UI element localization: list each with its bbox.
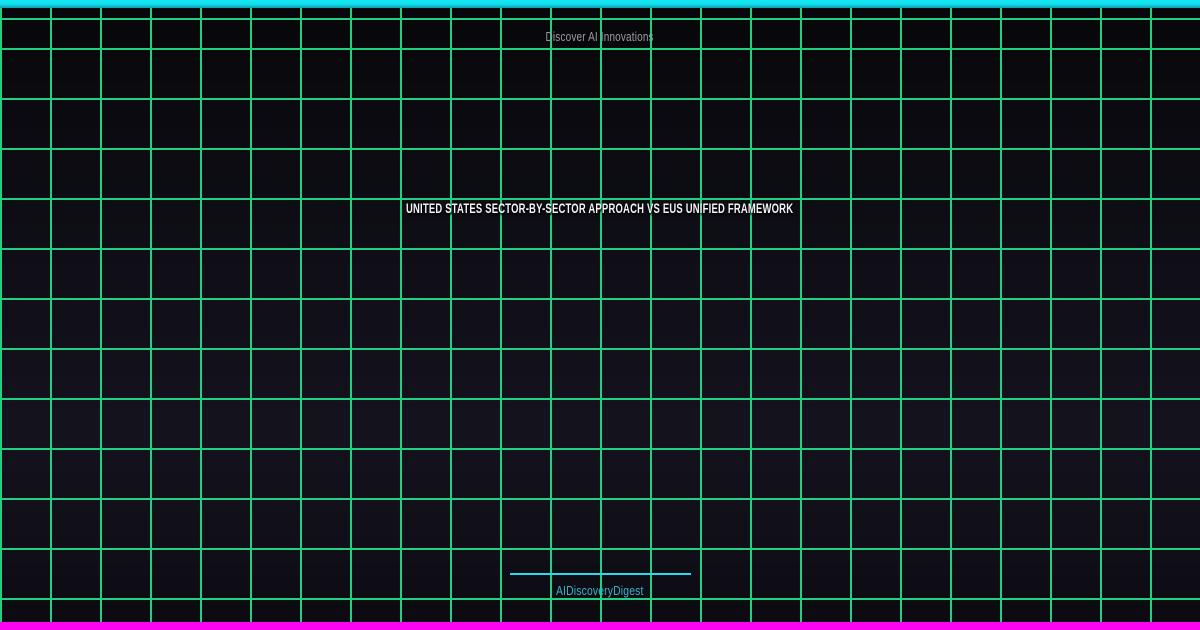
page-title-text: UNITED STATES SECTOR-BY-SECTOR APPROACH … — [406, 201, 794, 216]
brand-name: AIDiscoveryDigest — [0, 584, 1200, 599]
grid-background — [0, 0, 1200, 630]
brand-name-text: AIDiscoveryDigest — [556, 584, 644, 598]
top-accent-bar — [0, 0, 1200, 8]
bottom-accent-bar — [0, 622, 1200, 630]
page-title: UNITED STATES SECTOR-BY-SECTOR APPROACH … — [0, 200, 1200, 217]
brand-divider-line — [510, 573, 691, 575]
tagline-text: Discover AI Innovations — [545, 30, 655, 44]
social-card: Discover AI Innovations UNITED STATES SE… — [0, 0, 1200, 630]
tagline: Discover AI Innovations — [0, 30, 1200, 45]
